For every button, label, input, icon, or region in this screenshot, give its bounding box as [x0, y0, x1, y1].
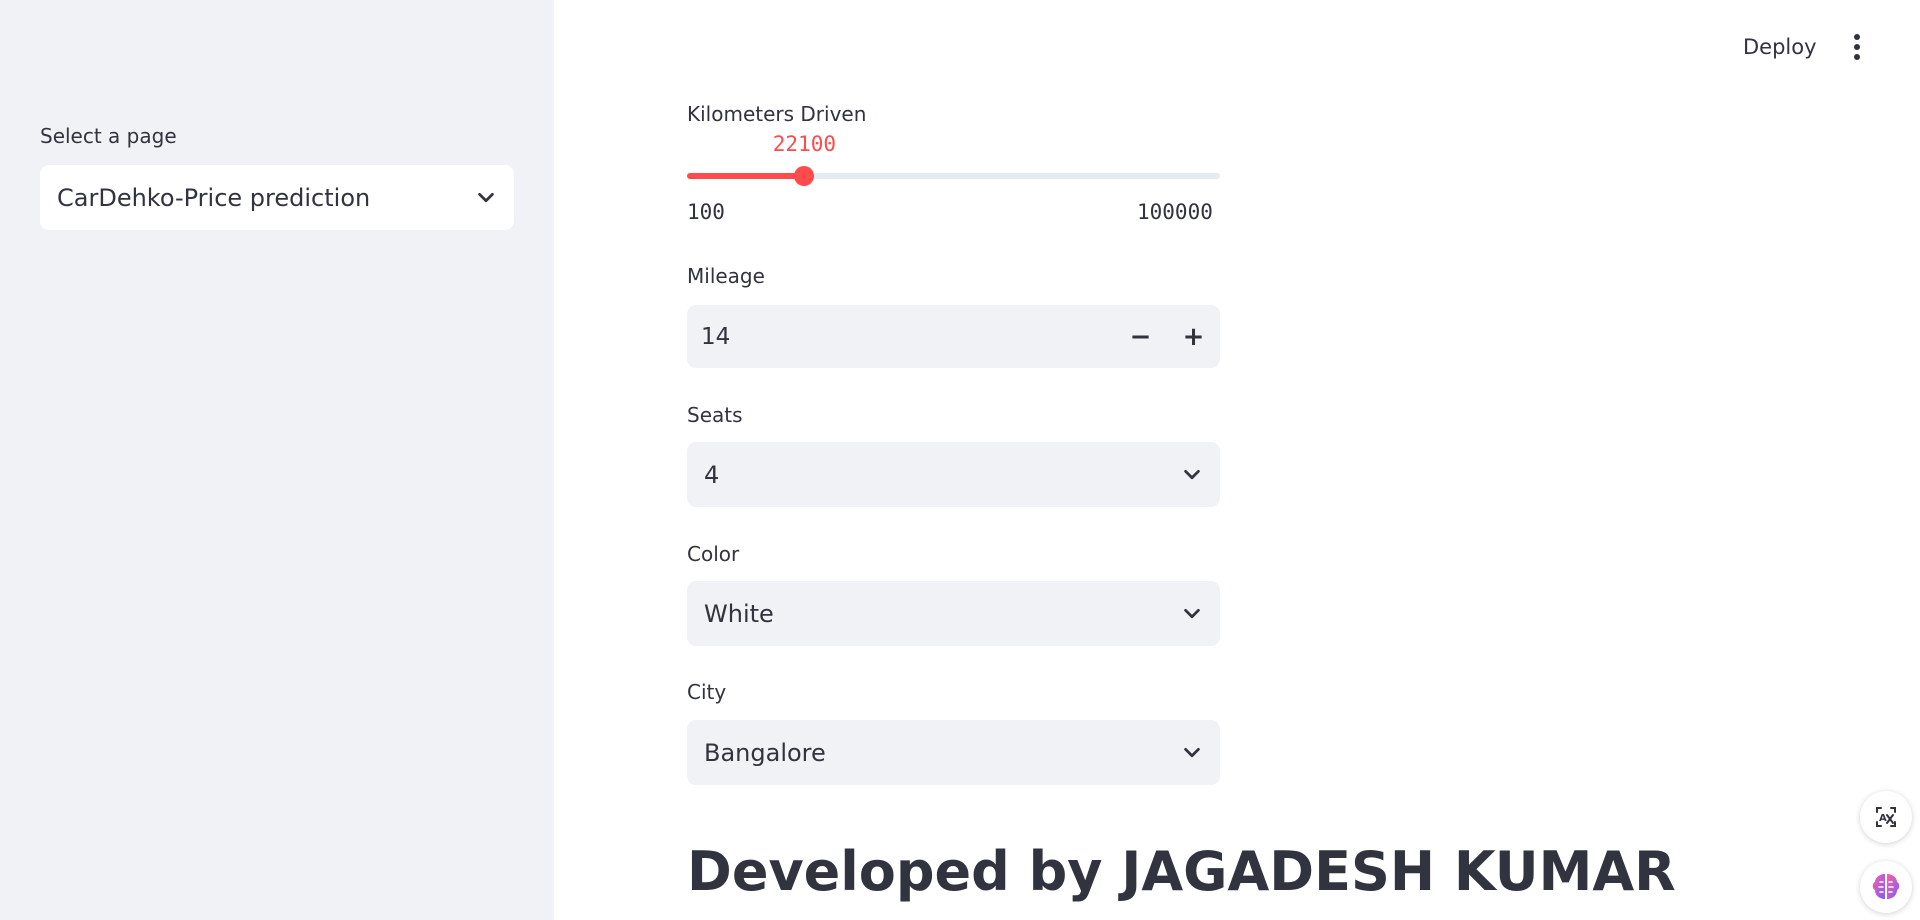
chevron-down-icon [1184, 469, 1200, 479]
developer-heading: Developed by JAGADESH KUMAR [687, 840, 1676, 903]
translate-button[interactable]: A [1860, 791, 1912, 843]
kebab-dot [1854, 34, 1860, 40]
decrement-button[interactable]: − [1114, 305, 1167, 368]
seats-label: Seats [687, 403, 743, 427]
color-select-value: White [704, 599, 774, 628]
kilometers-slider-thumb[interactable] [794, 166, 815, 186]
color-select[interactable]: White [687, 581, 1220, 646]
city-select-value: Bangalore [704, 738, 826, 767]
slider-value: 22100 [772, 132, 836, 156]
seats-select-value: 4 [704, 460, 720, 489]
page-select[interactable]: CarDehko-Price prediction [40, 165, 514, 230]
color-label: Color [687, 542, 740, 566]
kebab-dot [1854, 54, 1860, 60]
page-select-label: Select a page [40, 124, 177, 148]
chevron-down-icon [478, 192, 494, 202]
kilometers-slider-fill [687, 173, 805, 179]
chevron-down-icon [1184, 747, 1200, 757]
slider-max-label: 100000 [1137, 200, 1213, 224]
page-select-value: CarDehko-Price prediction [57, 183, 371, 212]
deploy-button[interactable]: Deploy [1733, 27, 1827, 67]
mileage-number-input: 14 − + [687, 305, 1220, 368]
mileage-input[interactable]: 14 [687, 324, 1114, 350]
slider-min-label: 100 [687, 200, 725, 224]
seats-select[interactable]: 4 [687, 442, 1220, 507]
kebab-menu-icon[interactable] [1841, 27, 1873, 67]
translate-icon: A [1876, 807, 1896, 827]
kebab-dot [1854, 44, 1860, 50]
chevron-down-icon [1184, 608, 1200, 618]
sidebar: Select a page CarDehko-Price prediction [0, 0, 554, 920]
kilometers-label: Kilometers Driven [687, 102, 867, 126]
mileage-label: Mileage [687, 264, 765, 288]
svg-text:A: A [1879, 813, 1887, 824]
assistant-button[interactable] [1860, 861, 1912, 913]
city-label: City [687, 680, 727, 704]
kilometers-slider-track[interactable] [687, 173, 1220, 179]
increment-button[interactable]: + [1167, 305, 1220, 368]
brain-icon [1872, 874, 1900, 899]
city-select[interactable]: Bangalore [687, 720, 1220, 785]
